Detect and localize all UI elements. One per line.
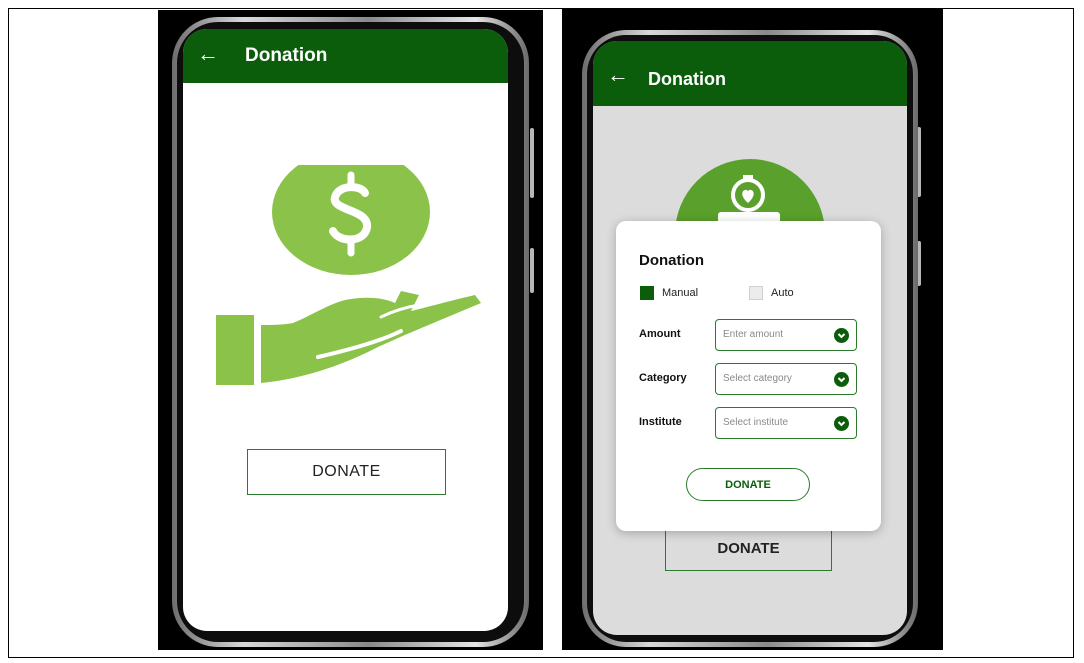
- manual-label: Manual: [662, 287, 699, 299]
- phone-side-button: [530, 128, 534, 198]
- hand-with-dollar-coin-icon: [216, 165, 481, 385]
- app-bar: ← Donation: [593, 41, 907, 106]
- page-title: Donation: [245, 45, 328, 66]
- amount-dropdown[interactable]: Enter amount: [715, 319, 857, 351]
- left-phone-panel: ← Donation DONATE: [158, 10, 543, 650]
- chevron-down-icon[interactable]: [834, 328, 849, 343]
- dialog-donate-button[interactable]: DONATE: [686, 468, 810, 501]
- category-placeholder: Select category: [723, 373, 792, 384]
- institute-placeholder: Select institute: [723, 417, 789, 428]
- left-phone: ← Donation DONATE: [172, 17, 529, 647]
- chevron-down-icon[interactable]: [834, 372, 849, 387]
- dialog-title: Donation: [639, 252, 704, 269]
- donation-dialog: Donation Manual Auto Amount Enter amount…: [616, 221, 881, 531]
- page-title: Donation: [648, 69, 726, 89]
- phone-side-button: [530, 248, 534, 293]
- back-arrow-icon[interactable]: ←: [607, 62, 629, 88]
- amount-placeholder: Enter amount: [723, 329, 784, 340]
- chevron-down-icon[interactable]: [834, 416, 849, 431]
- manual-checkbox[interactable]: [640, 286, 654, 300]
- donate-button-background: DONATE: [665, 525, 832, 571]
- category-label: Category: [639, 372, 687, 384]
- institute-label: Institute: [639, 416, 682, 428]
- donate-button[interactable]: DONATE: [247, 449, 446, 495]
- institute-dropdown[interactable]: Select institute: [715, 407, 857, 439]
- left-screen: ← Donation DONATE: [183, 29, 508, 631]
- app-bar: ← Donation: [183, 29, 508, 83]
- auto-checkbox[interactable]: [749, 286, 763, 300]
- auto-label: Auto: [771, 287, 794, 299]
- amount-label: Amount: [639, 328, 681, 340]
- category-dropdown[interactable]: Select category: [715, 363, 857, 395]
- back-arrow-icon[interactable]: ←: [197, 41, 219, 67]
